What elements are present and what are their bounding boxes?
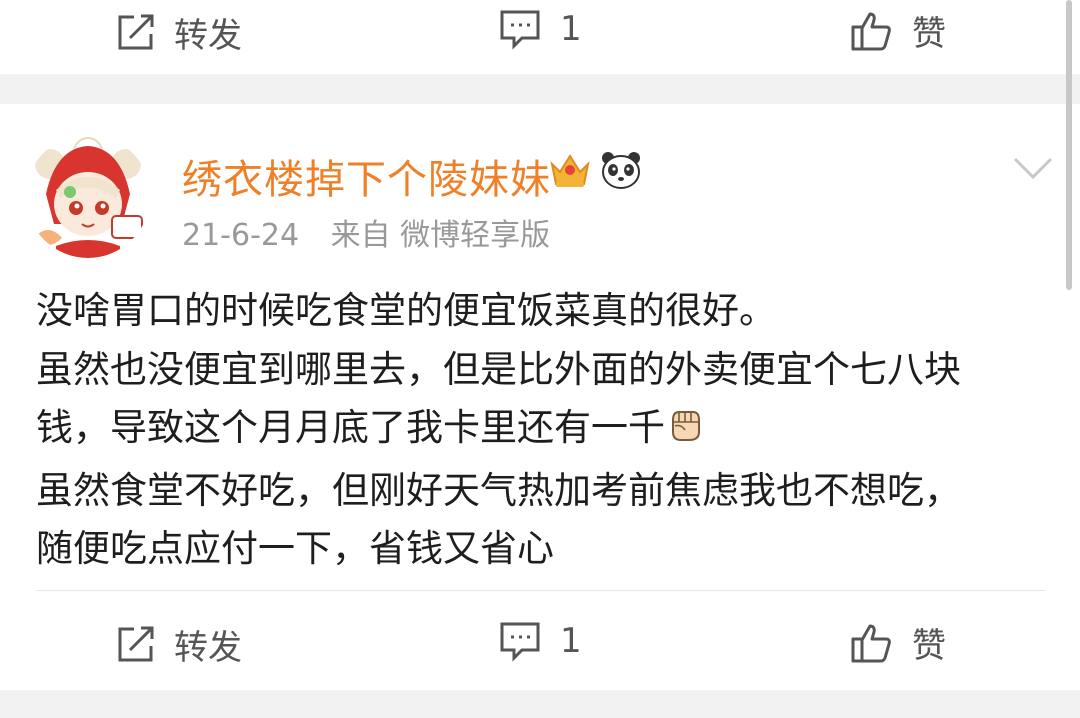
repost-label: 转发 [174, 628, 242, 668]
comment-count: 1 [560, 621, 582, 661]
post-line-with-emoji: 钱，导致这个月月底了我卡里还有一千 [36, 399, 1046, 462]
like-button[interactable]: 赞 [850, 6, 946, 55]
crown-icon[interactable] [548, 150, 592, 194]
post-separator [0, 690, 1080, 718]
post-text: 没啥胃口的时候吃食堂的便宜饭菜真的很好。 虽然也没便宜到哪里去，但是比外面的外卖… [36, 282, 1046, 579]
panda-icon[interactable] [600, 150, 642, 194]
repost-icon [114, 12, 156, 54]
top-action-bar: 转发 1 赞 [0, 0, 1080, 74]
like-button[interactable]: 赞 [850, 618, 946, 667]
comment-icon [498, 8, 542, 50]
post-source[interactable]: 来自 微博轻享版 [331, 218, 551, 253]
repost-button[interactable]: 转发 [114, 8, 242, 57]
post-username[interactable]: 绣衣楼掉下个陵妹妹 [182, 147, 551, 205]
comment-icon [498, 620, 542, 662]
repost-button[interactable]: 转发 [114, 620, 242, 669]
post-line: 虽然食堂不好吃，但刚好天气热加考前焦虑我也不想吃， [36, 468, 961, 512]
post-line: 没啥胃口的时候吃食堂的便宜饭菜真的很好。 [36, 289, 776, 332]
post-separator [0, 74, 1080, 104]
avatar-image [26, 134, 150, 258]
scrollbar[interactable] [1066, 0, 1072, 290]
like-label: 赞 [912, 626, 946, 666]
like-label: 赞 [912, 14, 946, 54]
thumbs-up-icon [850, 621, 894, 665]
thumbs-up-icon [850, 9, 894, 53]
bottom-action-bar: 转发 1 赞 [0, 600, 1080, 674]
fist-emoji [667, 403, 703, 462]
post-line: 随便吃点应付一下，省钱又省心 [36, 527, 554, 570]
comment-count: 1 [560, 9, 582, 49]
repost-label: 转发 [174, 16, 242, 56]
post-line: 钱，导致这个月月底了我卡里还有一千 [36, 406, 665, 449]
comment-button[interactable]: 1 [498, 620, 582, 662]
post-meta: 21-6-24 来自 微博轻享版 [182, 210, 550, 254]
post-line: 虽然也没便宜到哪里去，但是比外面的外卖便宜个七八块 [36, 347, 961, 391]
divider [36, 590, 1046, 591]
comment-button[interactable]: 1 [498, 8, 582, 50]
post-date: 21-6-24 [182, 218, 300, 253]
chevron-down-icon[interactable] [1012, 155, 1054, 185]
repost-icon [114, 624, 156, 666]
avatar[interactable] [26, 134, 150, 258]
